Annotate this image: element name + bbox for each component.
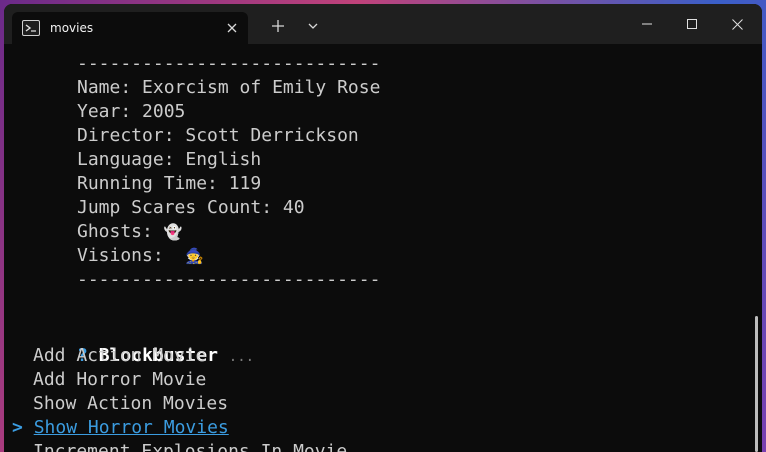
movie-jump-scares: Jump Scares Count: 40 [77,197,305,218]
ghost-icon: 👻 [163,223,183,241]
maximize-button[interactable] [669,8,715,40]
close-window-button[interactable] [714,8,760,40]
visions-label: Visions: [77,245,186,266]
menu-hint: ... [228,349,255,365]
minimize-icon [642,23,652,25]
vertical-scrollbar[interactable] [755,316,758,452]
menu-item-show-action-movies[interactable]: Show Action Movies [33,392,228,416]
tab-title: movies [50,21,94,35]
close-icon [227,23,237,33]
tab-dropdown-button[interactable] [296,12,330,40]
tab-movies[interactable]: movies [12,12,248,44]
close-tab-button[interactable] [222,18,242,38]
plus-icon [272,20,284,32]
movie-language: Language: English [77,149,262,170]
movie-ghosts: Ghosts: 👻 [4,220,182,244]
wizard-icon: 🧙 [185,247,205,265]
menu-item-show-horror-movies[interactable]: > Show Horror Movies [12,416,229,440]
terminal-window: movies ---------------------------- Name… [4,4,762,452]
movie-year: Year: 2005 [77,101,186,122]
new-tab-button[interactable] [261,12,295,40]
movie-name: Name: Exorcism of Emily Rose [77,77,381,98]
menu-item-increment-explosions[interactable]: Increment Explosions In Movie [33,440,347,452]
separator-line: ---------------------------- [77,53,381,74]
selection-cursor: > [12,417,23,438]
maximize-icon [687,19,697,29]
selected-item-label: Show Horror Movies [33,417,229,438]
minimize-button[interactable] [624,8,670,40]
movie-visions: Visions: 🧙 [4,244,204,268]
separator-line: ---------------------------- [77,269,381,290]
movie-director: Director: Scott Derrickson [77,125,359,146]
menu-item-add-horror-movie[interactable]: Add Horror Movie [33,368,206,392]
terminal-icon [22,20,40,36]
title-bar: movies [4,4,762,44]
movie-running-time: Running Time: 119 [77,173,262,194]
menu-prompt: ? Blockbuster ... [12,320,254,366]
ghosts-label: Ghosts: [77,221,164,242]
close-icon [731,18,743,30]
chevron-down-icon [308,23,318,29]
menu-item-add-action-movie[interactable]: Add Action Movie [33,344,206,368]
terminal-output[interactable]: ---------------------------- Name: Exorc… [4,44,762,452]
